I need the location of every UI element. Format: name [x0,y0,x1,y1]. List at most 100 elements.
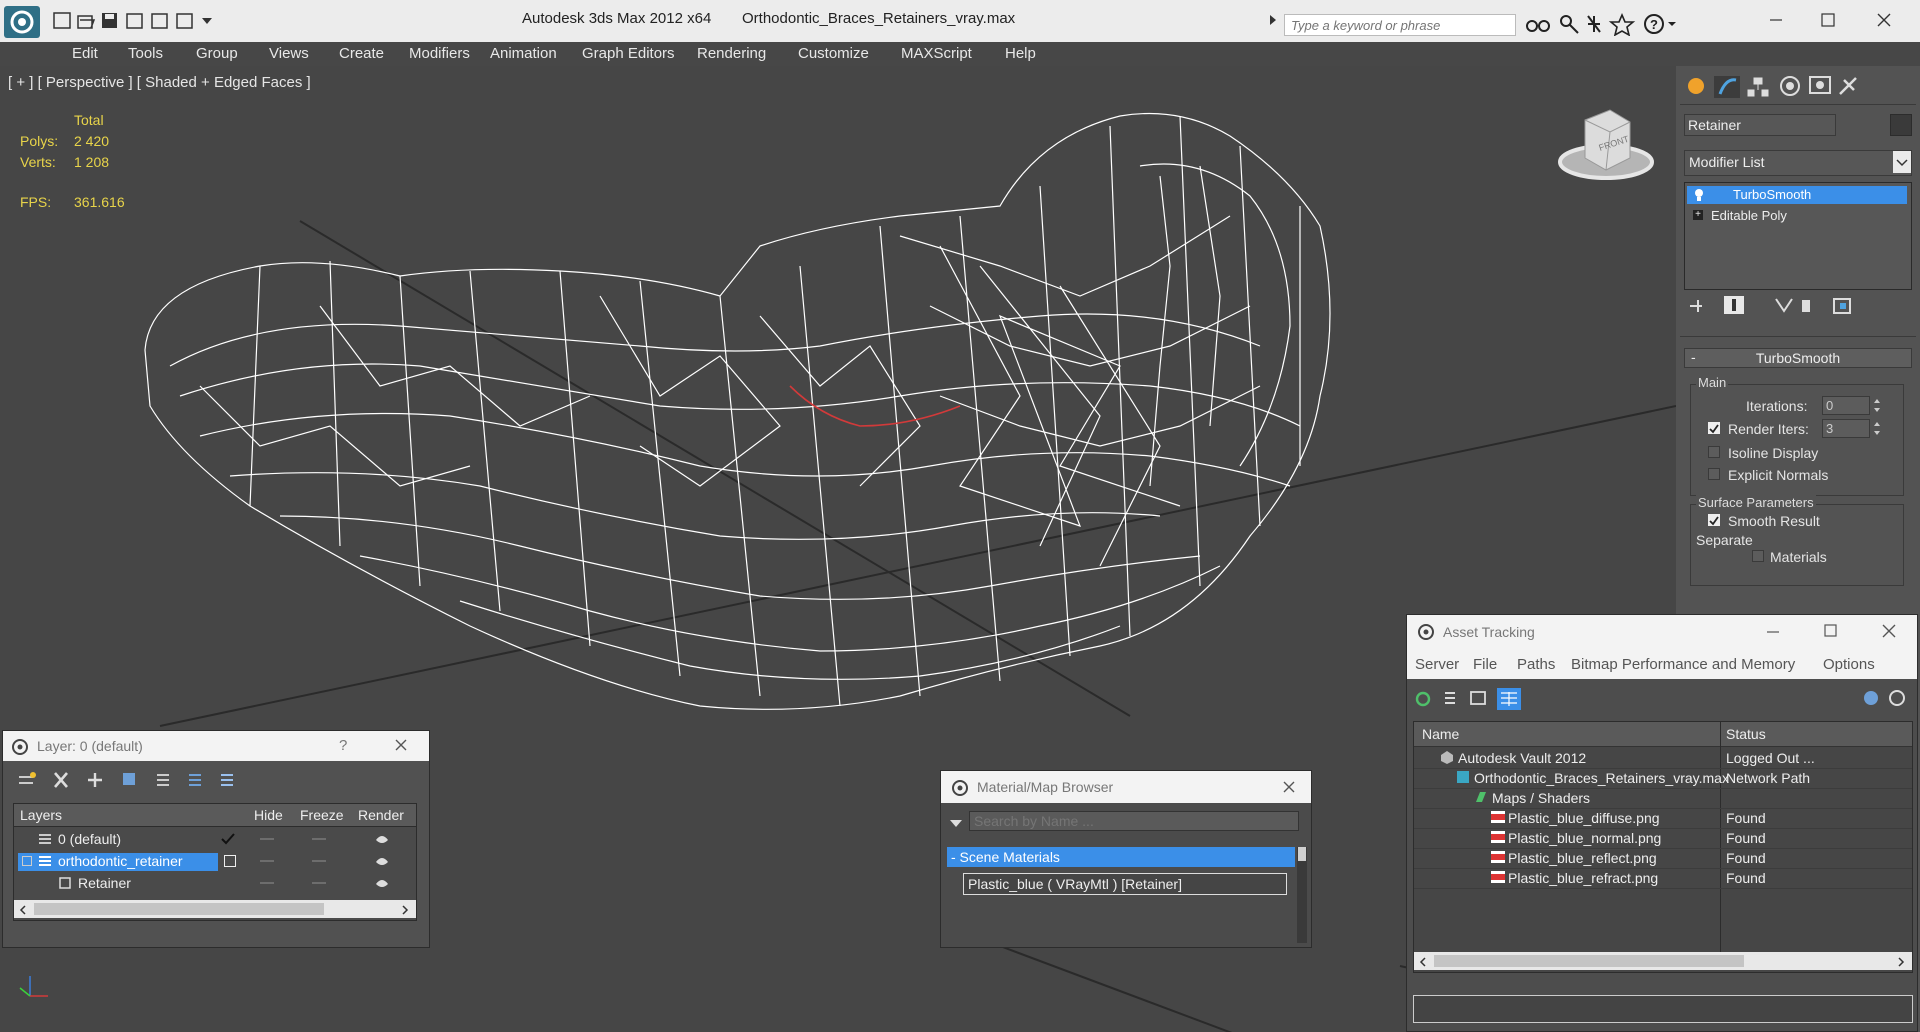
column-render[interactable]: Render [358,807,404,823]
asset-row-maps[interactable]: Maps / Shaders [1414,788,1912,809]
hide-toggle[interactable] [260,882,274,884]
asset-table-scrollbar[interactable] [1414,952,1912,970]
column-status[interactable]: Status [1726,726,1766,742]
asset-row-diffuse[interactable]: Plastic_blue_diffuse.png Found [1414,808,1912,829]
retainer-wireframe[interactable] [144,112,1331,710]
asset-menu-bitmap-performance[interactable]: Bitmap Performance and Memory [1571,656,1795,673]
scroll-left-icon[interactable] [1418,955,1428,971]
layer-dialog-titlebar[interactable]: Layer: 0 (default) ? [3,731,429,761]
delete-layer-icon[interactable] [54,772,68,788]
help-dropdown-icon[interactable] [1668,22,1676,26]
asset-row-max-file[interactable]: Orthodontic_Braces_Retainers_vray.max Ne… [1414,768,1912,789]
menu-create[interactable]: Create [339,45,384,62]
asset-row-normal[interactable]: Plastic_blue_normal.png Found [1414,828,1912,849]
viewcube[interactable]: FRONT [1558,109,1654,180]
keyword-search-input[interactable] [1284,14,1516,36]
app-logo-icon[interactable] [4,6,40,38]
column-layers[interactable]: Layers [20,807,62,823]
scroll-right-icon[interactable] [400,903,410,919]
thumbnail-view-icon[interactable] [1470,691,1486,705]
close-window-button[interactable] [1864,6,1904,36]
scene-materials-header[interactable]: - Scene Materials [947,847,1295,867]
maximize-window-button[interactable] [1808,6,1848,36]
asset-row-reflect[interactable]: Plastic_blue_reflect.png Found [1414,848,1912,869]
turbosmooth-rollout-header[interactable]: - TurboSmooth [1684,348,1912,368]
modifier-stack[interactable]: TurboSmooth + Editable Poly [1684,182,1912,290]
asset-menu-paths[interactable]: Paths [1517,656,1555,673]
menu-rendering[interactable]: Rendering [697,45,766,62]
lightbulb-icon[interactable] [1693,187,1705,206]
new-file-icon[interactable] [53,12,71,29]
asset-row-vault[interactable]: Autodesk Vault 2012 Logged Out ... [1414,748,1912,769]
hide-toggle[interactable] [260,860,274,862]
list-view-icon[interactable] [1445,692,1455,704]
expand-plus-icon[interactable]: + [1693,210,1703,220]
layer-row-default[interactable]: 0 (default) [14,828,416,850]
configure-modifier-sets-icon[interactable] [1833,298,1851,314]
scrollbar-thumb[interactable] [1298,847,1306,861]
asset-minimize-button[interactable] [1765,623,1781,642]
layer-name[interactable]: orthodontic_retainer [58,853,183,869]
column-freeze[interactable]: Freeze [300,807,344,823]
table-view-icon[interactable] [1497,688,1521,710]
create-layer-icon[interactable] [19,772,36,784]
make-unique-icon[interactable] [1775,298,1793,313]
isoline-display-checkbox[interactable] [1708,446,1720,458]
add-to-layer-icon[interactable] [88,773,102,787]
asset-maximize-button[interactable] [1823,623,1839,642]
pin-stack-icon[interactable] [1690,300,1702,312]
material-item[interactable]: Plastic_blue ( VRayMtl ) [Retainer] [963,873,1287,895]
menu-maxscript[interactable]: MAXScript [901,45,972,62]
save-icon[interactable] [102,13,117,28]
freeze-toggle[interactable] [312,882,326,884]
scrollbar-thumb[interactable] [34,903,324,915]
render-iters-spinner[interactable] [1822,419,1870,438]
redo-icon[interactable] [151,13,168,29]
materials-checkbox[interactable] [1752,550,1764,562]
stack-item-editable-poly[interactable]: + Editable Poly [1687,207,1907,225]
highlight-selected-layer-icon[interactable] [157,774,169,786]
column-name[interactable]: Name [1422,726,1459,742]
layer-row-retainer[interactable]: Retainer [14,872,416,894]
freeze-all-layers-icon[interactable] [221,774,233,786]
create-tab-icon[interactable] [1688,78,1704,94]
favorites-star-icon[interactable] [1608,12,1636,37]
menu-graph-editors[interactable]: Graph Editors [582,45,675,62]
explicit-normals-checkbox[interactable] [1708,468,1720,480]
asset-close-button[interactable] [1881,623,1897,642]
search-expand-icon[interactable] [1268,13,1278,27]
menu-modifiers[interactable]: Modifiers [409,45,470,62]
material-browser-close-button[interactable] [1281,779,1297,798]
freeze-toggle[interactable] [312,838,326,840]
hide-all-layers-icon[interactable] [189,774,201,786]
dropdown-arrow-icon[interactable] [202,18,212,24]
scroll-right-icon[interactable] [1896,955,1906,971]
modify-tab-icon[interactable] [1714,76,1740,98]
scroll-left-icon[interactable] [18,903,28,919]
collapse-minus-icon[interactable] [22,856,32,866]
stack-item-turbosmooth[interactable]: TurboSmooth [1687,186,1907,204]
asset-settings-icon[interactable] [1889,690,1905,706]
layer-dialog-close-button[interactable] [393,737,409,756]
object-name-field[interactable] [1684,114,1836,136]
browser-options-dropdown-icon[interactable] [949,815,963,831]
material-search-input[interactable] [969,811,1299,831]
binoculars-icon[interactable] [1526,20,1550,32]
layer-row-orthodontic[interactable]: orthodontic_retainer [14,850,416,872]
modifier-list-dropdown[interactable]: Modifier List [1684,150,1912,176]
render-iters-checkbox[interactable] [1708,422,1720,434]
menu-tools[interactable]: Tools [128,45,163,62]
menu-views[interactable]: Views [269,45,309,62]
open-file-icon[interactable] [77,15,96,29]
asset-help-icon[interactable] [1864,691,1878,705]
render-teapot-icon[interactable] [374,854,390,871]
display-tab-icon[interactable] [1809,76,1831,94]
make-current-layer-checkbox[interactable] [224,855,236,867]
material-browser-titlebar[interactable]: Material/Map Browser [941,771,1311,803]
render-teapot-icon[interactable] [374,832,390,849]
object-color-swatch[interactable] [1890,114,1912,136]
menu-help[interactable]: Help [1005,45,1036,62]
motion-tab-icon[interactable] [1780,76,1800,96]
hide-toggle[interactable] [260,838,274,840]
asset-tracking-titlebar[interactable]: Asset Tracking [1407,615,1917,649]
